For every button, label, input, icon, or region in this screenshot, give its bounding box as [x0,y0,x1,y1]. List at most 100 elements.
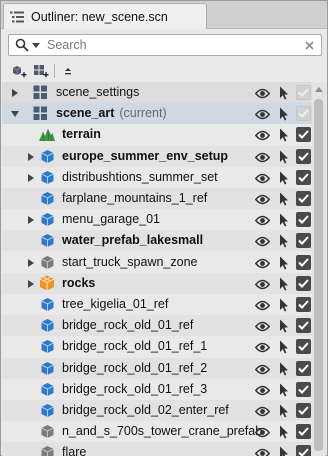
tree-row-name: terrain [62,127,101,141]
visibility-eye-icon[interactable] [254,361,270,377]
selectable-cursor-icon[interactable] [277,233,291,249]
enabled-checkbox[interactable] [296,191,311,206]
visibility-eye-icon[interactable] [254,297,270,313]
visibility-eye-icon[interactable] [254,191,270,207]
tree-row-label: bridge_rock_old_01_ref [62,315,193,336]
visibility-eye-icon[interactable] [254,255,270,271]
selectable-cursor-icon[interactable] [277,212,291,228]
visibility-eye-icon[interactable] [254,106,270,122]
search-filter-dropdown-icon[interactable] [31,36,41,54]
selectable-cursor-icon[interactable] [277,170,291,186]
visibility-eye-icon[interactable] [254,318,270,334]
add-object-icon[interactable] [10,62,28,80]
selectable-cursor-icon[interactable] [277,424,291,440]
search-icon[interactable] [13,36,31,54]
expand-arrow-right-icon[interactable] [26,273,36,294]
selectable-cursor-icon[interactable] [277,361,291,377]
enabled-checkbox[interactable] [296,403,311,418]
tree-row[interactable]: flare [2,442,312,456]
tree-row[interactable]: terrain [2,124,312,145]
selectable-cursor-icon[interactable] [277,85,291,101]
enabled-checkbox[interactable] [296,424,311,439]
tree-row-name: distribushtions_summer_set [62,170,218,184]
enabled-checkbox[interactable] [296,233,311,248]
enabled-checkbox[interactable] [296,170,311,185]
selectable-cursor-icon[interactable] [277,191,291,207]
tree-row[interactable]: bridge_rock_old_01_ref_1 [2,336,312,357]
collapse-all-icon[interactable] [59,62,77,80]
blue-cube-icon [39,338,55,354]
expand-arrow-right-icon[interactable] [26,252,36,273]
selectable-cursor-icon[interactable] [277,127,291,143]
tree-row[interactable]: distribushtions_summer_set [2,167,312,188]
enabled-checkbox[interactable] [296,339,311,354]
enabled-checkbox[interactable] [296,149,311,164]
tree-row[interactable]: bridge_rock_old_01_ref_3 [2,379,312,400]
visibility-eye-icon[interactable] [254,339,270,355]
add-layer-icon[interactable] [32,62,50,80]
selectable-cursor-icon[interactable] [277,255,291,271]
enabled-checkbox[interactable] [296,255,311,270]
tree-row[interactable]: scene_settings [2,82,312,103]
tree-row[interactable]: bridge_rock_old_01_ref [2,315,312,336]
selectable-cursor-icon[interactable] [277,339,291,355]
search-input[interactable] [41,36,301,54]
tree-row[interactable]: rocks [2,273,312,294]
enabled-checkbox[interactable] [296,297,311,312]
expand-arrow-right-icon[interactable] [26,146,36,167]
visibility-eye-icon[interactable] [254,149,270,165]
tree-row[interactable]: farplane_mountains_1_ref [2,188,312,209]
selectable-cursor-icon[interactable] [277,445,291,456]
visibility-eye-icon[interactable] [254,170,270,186]
tree-row[interactable]: menu_garage_01 [2,209,312,230]
selectable-cursor-icon[interactable] [277,382,291,398]
visibility-eye-icon[interactable] [254,382,270,398]
visibility-eye-icon[interactable] [254,403,270,419]
visibility-eye-icon[interactable] [254,85,270,101]
expand-arrow-right-icon[interactable] [26,209,36,230]
visibility-eye-icon[interactable] [254,445,270,456]
tree-row-label: bridge_rock_old_01_ref_1 [62,336,207,357]
tree-row[interactable]: bridge_rock_old_01_ref_2 [2,358,312,379]
clear-search-icon[interactable] [301,37,317,53]
selectable-cursor-icon[interactable] [277,106,291,122]
tree-row[interactable]: start_truck_spawn_zone [2,252,312,273]
tree-row[interactable]: water_prefab_lakesmall [2,230,312,251]
visibility-eye-icon[interactable] [254,276,270,292]
tab-outliner[interactable]: Outliner: new_scene.scn [3,3,207,29]
tab-bar: Outliner: new_scene.scn [1,1,327,29]
layer-grid-icon [32,84,48,100]
enabled-checkbox[interactable] [296,382,311,397]
selectable-cursor-icon[interactable] [277,149,291,165]
visibility-eye-icon[interactable] [254,233,270,249]
outliner-tree: scene_settings scene_art (current) terrain e… [2,82,312,456]
enabled-checkbox[interactable] [296,445,311,456]
expand-arrow-down-icon[interactable] [10,103,20,124]
enabled-checkbox[interactable] [296,276,311,291]
enabled-checkbox[interactable] [296,106,311,121]
visibility-eye-icon[interactable] [254,212,270,228]
visibility-eye-icon[interactable] [254,127,270,143]
tree-row-name: tree_kigelia_01_ref [62,297,169,311]
scroll-up-icon[interactable] [312,84,326,94]
selectable-cursor-icon[interactable] [277,276,291,292]
enabled-checkbox[interactable] [296,127,311,142]
tree-row-name: bridge_rock_old_01_ref_2 [62,361,208,375]
tree-row[interactable]: scene_art (current) [2,103,312,124]
visibility-eye-icon[interactable] [254,424,270,440]
scrollbar-thumb[interactable] [314,99,323,451]
enabled-checkbox[interactable] [296,212,311,227]
selectable-cursor-icon[interactable] [277,403,291,419]
tree-row[interactable]: bridge_rock_old_02_enter_ref [2,400,312,421]
tree-row[interactable]: europe_summer_env_setup [2,146,312,167]
enabled-checkbox[interactable] [296,318,311,333]
tree-row[interactable]: n_and_s_700s_tower_crane_prefab [2,421,312,442]
enabled-checkbox[interactable] [296,85,311,100]
enabled-checkbox[interactable] [296,361,311,376]
selectable-cursor-icon[interactable] [277,318,291,334]
selectable-cursor-icon[interactable] [277,297,291,313]
expand-arrow-right-icon[interactable] [26,167,36,188]
expand-arrow-right-icon[interactable] [10,82,20,103]
tree-row-name: bridge_rock_old_01_ref_3 [62,382,208,396]
tree-row[interactable]: tree_kigelia_01_ref [2,294,312,315]
